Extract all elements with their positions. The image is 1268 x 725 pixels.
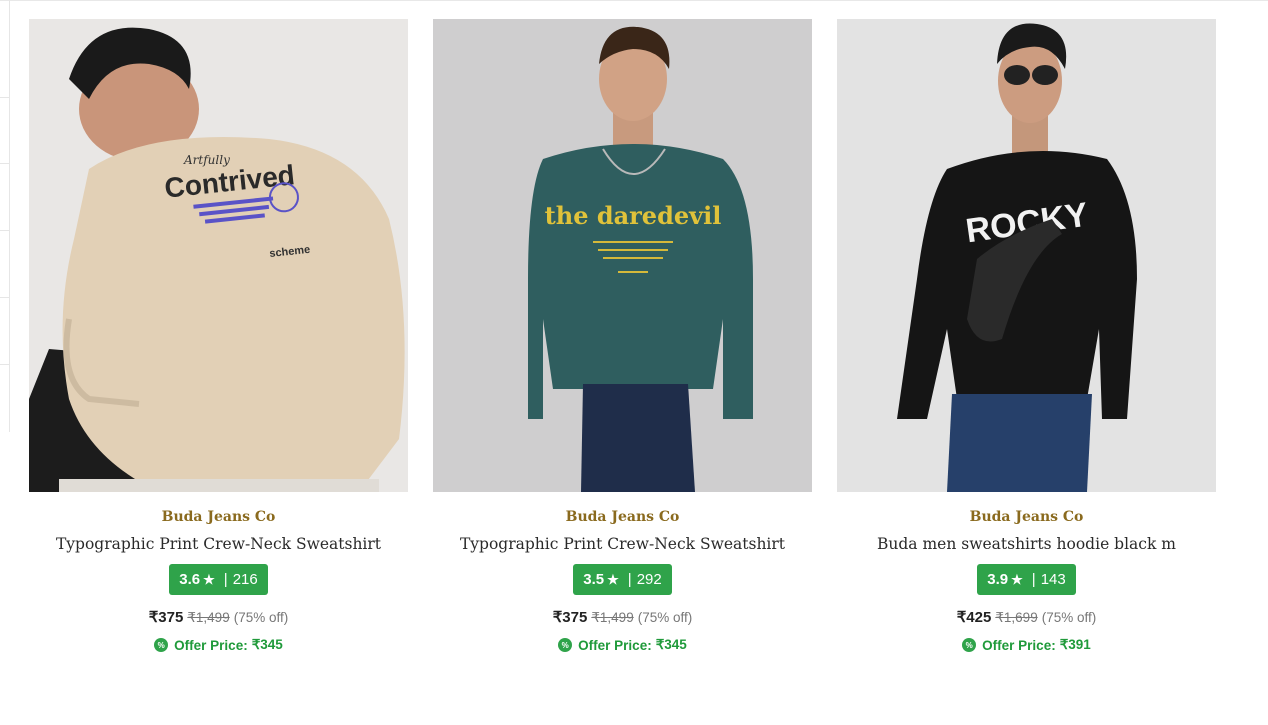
original-price: ₹1,699	[995, 610, 1038, 625]
star-icon: ★	[203, 571, 215, 587]
star-icon: ★	[1011, 571, 1023, 587]
svg-text:the daredevil: the daredevil	[545, 201, 722, 230]
product-card[interactable]: the daredevil Buda Jeans Co Typographic …	[433, 19, 812, 654]
selling-price: ₹375	[148, 609, 184, 626]
offer-price-row: % Offer Price: ₹345	[154, 636, 283, 654]
product-image[interactable]: Artfully Contrived scheme	[29, 19, 408, 492]
rating-separator: |	[223, 571, 228, 588]
review-count: 292	[636, 571, 662, 588]
percent-badge-icon: %	[962, 638, 977, 652]
svg-text:Artfully: Artfully	[183, 153, 230, 167]
selling-price: ₹375	[552, 609, 588, 626]
offer-label: Offer Price:	[982, 637, 1056, 653]
review-count: 143	[1040, 571, 1066, 588]
product-title[interactable]: Buda men sweatshirts hoodie black m	[877, 534, 1176, 554]
product-image[interactable]: ROCKY	[837, 19, 1216, 492]
original-price: ₹1,499	[187, 610, 230, 625]
offer-price: ₹391	[1059, 637, 1091, 652]
rating-value: 3.6	[179, 571, 201, 588]
product-brand[interactable]: Buda Jeans Co	[566, 508, 680, 526]
discount-percent: (75% off)	[637, 610, 693, 625]
product-brand[interactable]: Buda Jeans Co	[162, 508, 276, 526]
product-brand[interactable]: Buda Jeans Co	[970, 508, 1084, 526]
discount-percent: (75% off)	[233, 610, 289, 625]
price-row: ₹425 ₹1,699 (75% off)	[957, 608, 1096, 628]
product-image[interactable]: the daredevil	[433, 19, 812, 492]
header-divider	[0, 0, 1268, 1]
offer-price: ₹345	[251, 637, 283, 652]
percent-badge-icon: %	[154, 638, 169, 652]
discount-percent: (75% off)	[1041, 610, 1097, 625]
rating-separator: |	[1031, 571, 1036, 588]
star-icon: ★	[607, 571, 619, 587]
price-row: ₹375 ₹1,499 (75% off)	[553, 608, 692, 628]
rating-badge: 3.5 ★ | 292	[573, 564, 672, 595]
product-card[interactable]: ROCKY Buda Jeans Co Buda men sweatshirts…	[837, 19, 1216, 654]
offer-price-row: % Offer Price: ₹345	[558, 636, 687, 654]
product-title[interactable]: Typographic Print Crew-Neck Sweatshirt	[56, 534, 381, 554]
filter-sidebar-edge	[0, 0, 10, 432]
product-card[interactable]: Artfully Contrived scheme Buda Jeans Co …	[29, 19, 408, 654]
price-row: ₹375 ₹1,499 (75% off)	[149, 608, 288, 628]
rating-badge: 3.9 ★ | 143	[977, 564, 1076, 595]
rating-value: 3.5	[583, 571, 605, 588]
offer-label: Offer Price:	[174, 637, 248, 653]
rating-separator: |	[627, 571, 632, 588]
offer-label: Offer Price:	[578, 637, 652, 653]
product-grid: Artfully Contrived scheme Buda Jeans Co …	[29, 19, 1216, 654]
rating-value: 3.9	[987, 571, 1009, 588]
selling-price: ₹425	[956, 609, 992, 626]
product-title[interactable]: Typographic Print Crew-Neck Sweatshirt	[460, 534, 785, 554]
original-price: ₹1,499	[591, 610, 634, 625]
percent-badge-icon: %	[558, 638, 573, 652]
offer-price-row: % Offer Price: ₹391	[962, 636, 1091, 654]
review-count: 216	[232, 571, 258, 588]
rating-badge: 3.6 ★ | 216	[169, 564, 268, 595]
offer-price: ₹345	[655, 637, 687, 652]
